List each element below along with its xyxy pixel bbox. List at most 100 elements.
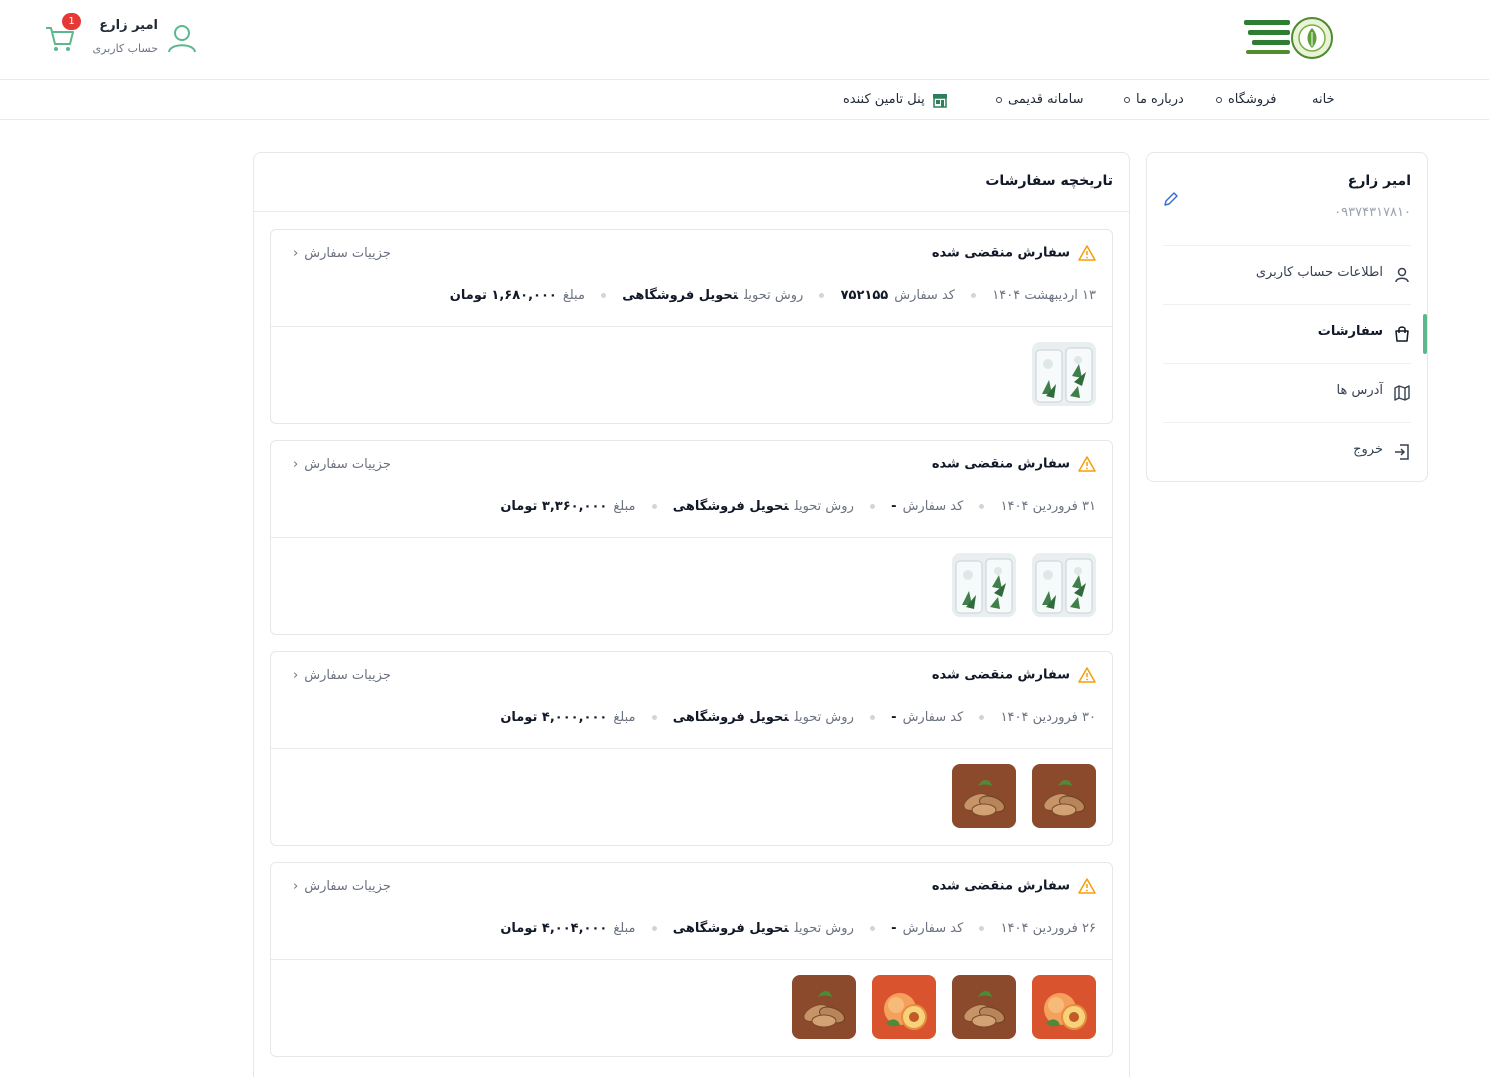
order-status-label: سفارش منقضی شده bbox=[931, 878, 1070, 894]
sidebar-user-name: امیر زارع bbox=[1347, 173, 1411, 189]
order-amount: ۴,۰۰۰,۰۰۰ تومان bbox=[500, 710, 608, 725]
order-amount: ۴,۰۰۴,۰۰۰ تومان bbox=[500, 921, 608, 936]
order-status-label: سفارش منقضی شده bbox=[931, 667, 1070, 683]
profile-sidebar: امیر زارع ۰۹۳۷۴۳۱۷۸۱۰ اطلاعات حساب کاربر… bbox=[1146, 152, 1428, 482]
chevron-left-icon: ‹ bbox=[293, 668, 299, 683]
sidebar-item-addresses[interactable]: آدرس ها bbox=[1163, 363, 1411, 421]
sidebar-item-label: اطلاعات حساب کاربری bbox=[1255, 265, 1383, 280]
order-meta: ۱۳ اردیبهشت ۱۴۰۴ کد سفارش ۷۵۲۱۵۵ روش تحوی… bbox=[450, 288, 1096, 303]
order-code-label: کد سفارش bbox=[902, 499, 964, 514]
order-date: ۱۳ اردیبهشت ۱۴۰۴ bbox=[992, 288, 1096, 303]
order-code: - bbox=[891, 921, 897, 936]
main-nav: خانه فروشگاه درباره ما سامانه قدیمی پنل … bbox=[0, 81, 1489, 120]
order-code: - bbox=[891, 499, 897, 514]
peach-product-thumbnail[interactable] bbox=[872, 975, 936, 1039]
page-title: تاریخچه سفارشات bbox=[985, 173, 1113, 189]
order-details-label: جزییات سفارش bbox=[304, 246, 391, 261]
warning-icon bbox=[1078, 245, 1096, 261]
sidebar-item-label: خروج bbox=[1353, 442, 1383, 457]
aloe-product-thumbnail[interactable] bbox=[1032, 342, 1096, 406]
sidebar-item-orders[interactable]: سفارشات bbox=[1163, 304, 1411, 362]
almond-product-thumbnail[interactable] bbox=[792, 975, 856, 1039]
delivery-method: تحویل فروشگاهی bbox=[622, 288, 739, 303]
user-account[interactable]: امیر زارع حساب کاربری bbox=[84, 14, 202, 64]
site-header: امیر زارع حساب کاربری 1 bbox=[0, 0, 1489, 80]
delivery-label: روش تحویل bbox=[794, 921, 854, 936]
order-code-label: کد سفارش bbox=[902, 921, 964, 936]
divider bbox=[271, 537, 1112, 538]
order-product-thumbnails bbox=[792, 975, 1096, 1039]
nav-item-home[interactable]: خانه bbox=[1312, 81, 1335, 119]
user-icon bbox=[168, 25, 196, 53]
order-code-label: کد سفارش bbox=[894, 288, 955, 303]
sidebar-item-label: سفارشات bbox=[1317, 324, 1383, 339]
order-product-thumbnails bbox=[952, 764, 1096, 828]
sidebar-item-logout[interactable]: خروج bbox=[1163, 422, 1411, 480]
aloe-product-thumbnail[interactable] bbox=[952, 553, 1016, 617]
amount-label: مبلغ bbox=[613, 499, 636, 514]
order-details-label: جزییات سفارش bbox=[304, 457, 391, 472]
chevron-left-icon: ‹ bbox=[293, 246, 299, 261]
nav-item-supplier-panel[interactable]: پنل تامین کننده bbox=[843, 81, 949, 119]
edit-pencil-icon[interactable] bbox=[1163, 191, 1179, 207]
delivery-method: تحویل فروشگاهی bbox=[672, 710, 789, 725]
amount-label: مبلغ bbox=[613, 921, 636, 936]
order-details-link[interactable]: جزییات سفارش ‹ bbox=[293, 246, 391, 261]
logout-icon bbox=[1395, 444, 1409, 460]
map-icon bbox=[1394, 385, 1410, 401]
divider bbox=[271, 959, 1112, 960]
order-details-link[interactable]: جزییات سفارش ‹ bbox=[293, 668, 391, 683]
nav-label: سامانه قدیمی bbox=[1008, 92, 1084, 107]
site-logo[interactable] bbox=[1232, 12, 1336, 66]
order-date: ۲۶ فروردین ۱۴۰۴ bbox=[1000, 921, 1096, 936]
divider bbox=[254, 211, 1129, 212]
active-indicator bbox=[1423, 314, 1427, 354]
delivery-method: تحویل فروشگاهی bbox=[672, 921, 789, 936]
order-code-label: کد سفارش bbox=[902, 710, 964, 725]
nav-item-shop[interactable]: فروشگاه bbox=[1216, 81, 1277, 119]
order-code: ۷۵۲۱۵۵ bbox=[840, 288, 889, 303]
order-card: سفارش منقضی شده جزییات سفارش ‹ ۳۱ فروردین… bbox=[270, 440, 1113, 635]
sidebar-item-label: آدرس ها bbox=[1336, 383, 1384, 398]
order-status: سفارش منقضی شده bbox=[932, 245, 1096, 261]
peach-product-thumbnail[interactable] bbox=[1032, 975, 1096, 1039]
order-date: ۳۰ فروردین ۱۴۰۴ bbox=[1000, 710, 1096, 725]
delivery-label: روش تحویل bbox=[794, 710, 854, 725]
divider bbox=[271, 326, 1112, 327]
dropdown-dot-icon bbox=[1216, 96, 1222, 103]
separator-dot bbox=[870, 926, 876, 931]
order-details-label: جزییات سفارش bbox=[304, 879, 391, 894]
almond-product-thumbnail[interactable] bbox=[1032, 764, 1096, 828]
nav-label: پنل تامین کننده bbox=[843, 92, 925, 107]
sidebar-item-account-info[interactable]: اطلاعات حساب کاربری bbox=[1163, 245, 1411, 303]
order-history-panel: تاریخچه سفارشات سفارش منقضی شده جزییات س… bbox=[253, 152, 1130, 1077]
nav-label: فروشگاه bbox=[1228, 92, 1277, 107]
order-details-link[interactable]: جزییات سفارش ‹ bbox=[293, 457, 391, 472]
order-meta: ۳۰ فروردین ۱۴۰۴ کد سفارش- روش تحویل تحویل… bbox=[500, 710, 1096, 725]
nav-item-about[interactable]: درباره ما bbox=[1124, 81, 1184, 119]
order-card: سفارش منقضی شده جزییات سفارش ‹ ۲۶ فروردین… bbox=[270, 862, 1113, 1057]
almond-product-thumbnail[interactable] bbox=[952, 764, 1016, 828]
nav-item-legacy-system[interactable]: سامانه قدیمی bbox=[996, 81, 1084, 119]
order-product-thumbnails bbox=[952, 553, 1096, 617]
separator-dot bbox=[979, 926, 985, 931]
header-user-name: امیر زارع bbox=[99, 18, 158, 33]
user-icon bbox=[1395, 267, 1409, 283]
warning-icon bbox=[1078, 878, 1096, 894]
header-account-label: حساب کاربری bbox=[92, 42, 158, 55]
separator-dot bbox=[819, 293, 825, 298]
separator-dot bbox=[971, 293, 977, 298]
sidebar-phone: ۰۹۳۷۴۳۱۷۸۱۰ bbox=[1334, 205, 1411, 220]
order-details-link[interactable]: جزییات سفارش ‹ bbox=[293, 879, 391, 894]
almond-product-thumbnail[interactable] bbox=[952, 975, 1016, 1039]
separator-dot bbox=[979, 715, 985, 720]
amount-label: مبلغ bbox=[613, 710, 636, 725]
nav-label: خانه bbox=[1312, 92, 1335, 107]
order-date: ۳۱ فروردین ۱۴۰۴ bbox=[1000, 499, 1096, 514]
order-status: سفارش منقضی شده bbox=[932, 456, 1096, 472]
aloe-product-thumbnail[interactable] bbox=[1032, 553, 1096, 617]
delivery-method: تحویل فروشگاهی bbox=[672, 499, 789, 514]
store-icon bbox=[932, 93, 947, 108]
separator-dot bbox=[870, 715, 876, 720]
separator-dot bbox=[651, 926, 657, 931]
